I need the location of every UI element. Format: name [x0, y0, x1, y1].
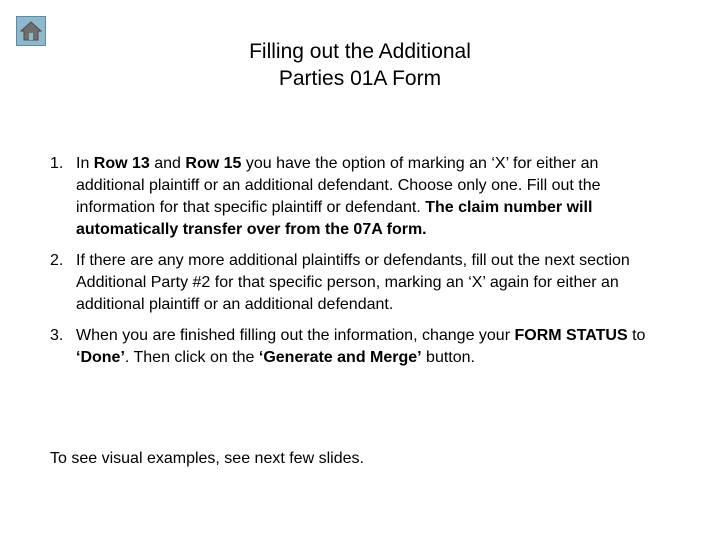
- step-text-bold: ‘Done’: [76, 349, 125, 366]
- instruction-step: 3. When you are finished filling out the …: [50, 325, 670, 369]
- step-text: and: [149, 155, 186, 172]
- instruction-step: 1. In Row 13 and Row 15 you have the opti…: [50, 153, 670, 241]
- step-text-bold: ‘Generate and Merge’: [258, 349, 422, 366]
- step-number: 3.: [50, 327, 64, 344]
- home-icon: [20, 21, 42, 41]
- step-text: If there are any more additional plainti…: [76, 252, 630, 313]
- step-text-bold: FORM STATUS: [514, 327, 628, 344]
- step-text-bold: Row 13: [93, 155, 150, 172]
- step-text-bold: Row 15: [185, 155, 242, 172]
- title-line-2: Parties 01A Form: [278, 67, 442, 90]
- title-line-1: Filling out the Additional: [249, 40, 471, 63]
- step-number: 1.: [50, 155, 64, 172]
- home-button[interactable]: [16, 16, 46, 46]
- page-title: Filling out the Additional Parties 01A F…: [160, 38, 560, 92]
- step-text: When you are finished filling out the in…: [76, 327, 515, 344]
- step-text: button.: [421, 349, 475, 366]
- step-text: . Then click on the: [124, 349, 259, 366]
- step-number: 2.: [50, 252, 64, 269]
- footer-note: To see visual examples, see next few sli…: [50, 450, 364, 467]
- instruction-list: 1. In Row 13 and Row 15 you have the opti…: [50, 153, 670, 378]
- step-text: to: [627, 327, 646, 344]
- step-text: In: [76, 155, 94, 172]
- instruction-step: 2. If there are any more additional plain…: [50, 250, 670, 316]
